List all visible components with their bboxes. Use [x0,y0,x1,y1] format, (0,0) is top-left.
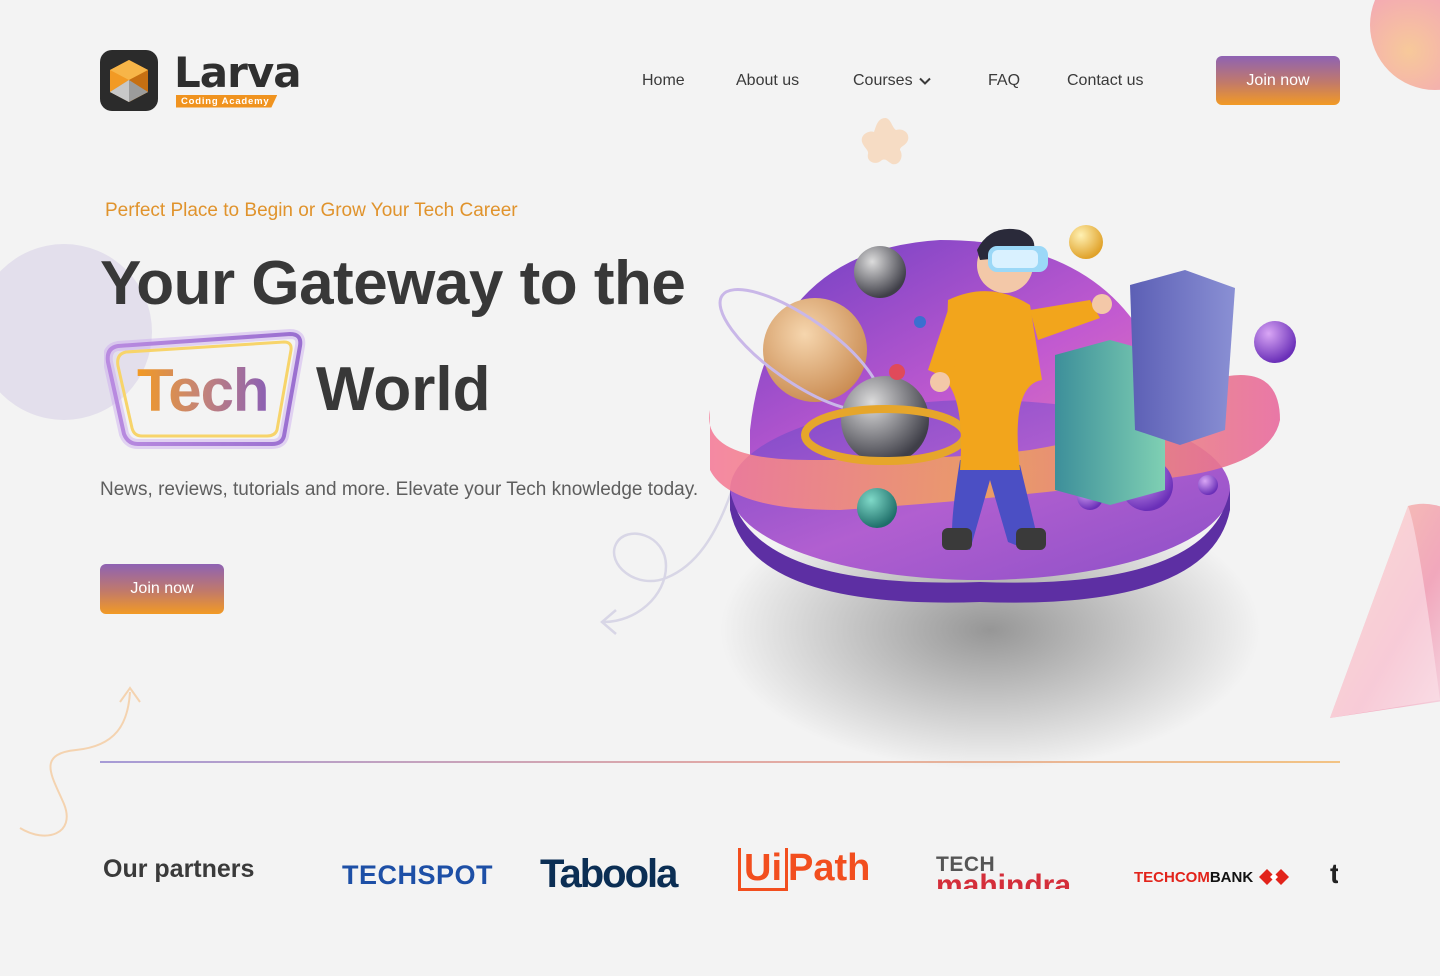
join-now-button-header[interactable]: Join now [1216,56,1340,105]
hero-headline-line2: World [316,355,491,424]
brand-subtitle: Coding Academy [176,94,278,108]
section-divider [100,761,1340,763]
partner-logo-uipath[interactable]: Ui Path [738,848,870,891]
brand-wordmark: Larva Coding Academy [174,48,302,109]
hero-tagline: Perfect Place to Begin or Grow Your Tech… [105,200,518,221]
nav-courses[interactable]: Courses [853,72,931,90]
hero-headline-line1: Your Gateway to the [100,249,686,318]
decorative-squiggle [19,686,141,837]
partner-logo-techcombank[interactable]: TECHCOM BANK [1134,866,1290,888]
partner-logo-taboola[interactable]: Taboola [540,852,678,896]
hero-headline-highlight: Tech [137,357,270,424]
partners-title: Our partners [103,855,255,883]
nav-faq[interactable]: FAQ [988,72,1020,90]
nav-contact-us[interactable]: Contact us [1067,72,1143,90]
partner-logo-taboola-text: Taboola [540,852,678,896]
partner-logo-techmahindra[interactable]: TECH mahindra [936,854,1071,889]
brand-logo[interactable]: Larva Coding Academy [100,48,302,111]
decorative-corner-blob [1370,0,1440,90]
nav-about-us[interactable]: About us [736,72,799,90]
decorative-cone [1330,503,1440,718]
decorative-flower [861,118,909,165]
chevron-down-icon [918,72,931,90]
partner-logo-techspot[interactable]: TECHSPOT [342,862,493,889]
techcombank-diamond-icon [1259,869,1290,885]
partner-logo-uipath-path: Path [788,847,871,889]
partner-logo-partial-text: t [1330,858,1338,889]
join-now-button-hero[interactable]: Join now [100,564,224,614]
hero-description: News, reviews, tutorials and more. Eleva… [100,479,699,500]
hero-illustration [709,225,1296,770]
cube-logo-icon [100,50,158,111]
nav-home[interactable]: Home [642,72,685,90]
partner-logo-techcombank-bank: BANK [1209,868,1254,886]
partner-logo-uipath-ui: Ui [738,848,788,891]
partner-logo-techspot-text: TECHSPOT [342,860,494,890]
partner-logo-partial[interactable]: t [1330,860,1338,888]
brand-name: Larva [174,47,302,97]
partners-carousel[interactable]: TECHSPOT Taboola Ui Path TECH mahindra TE… [330,838,1338,908]
nav-courses-label: Courses [853,72,913,90]
partner-logo-techcombank-techcom: TECHCOM [1134,868,1210,886]
partner-logo-techmahindra-mahindra: mahindra [936,871,1072,889]
